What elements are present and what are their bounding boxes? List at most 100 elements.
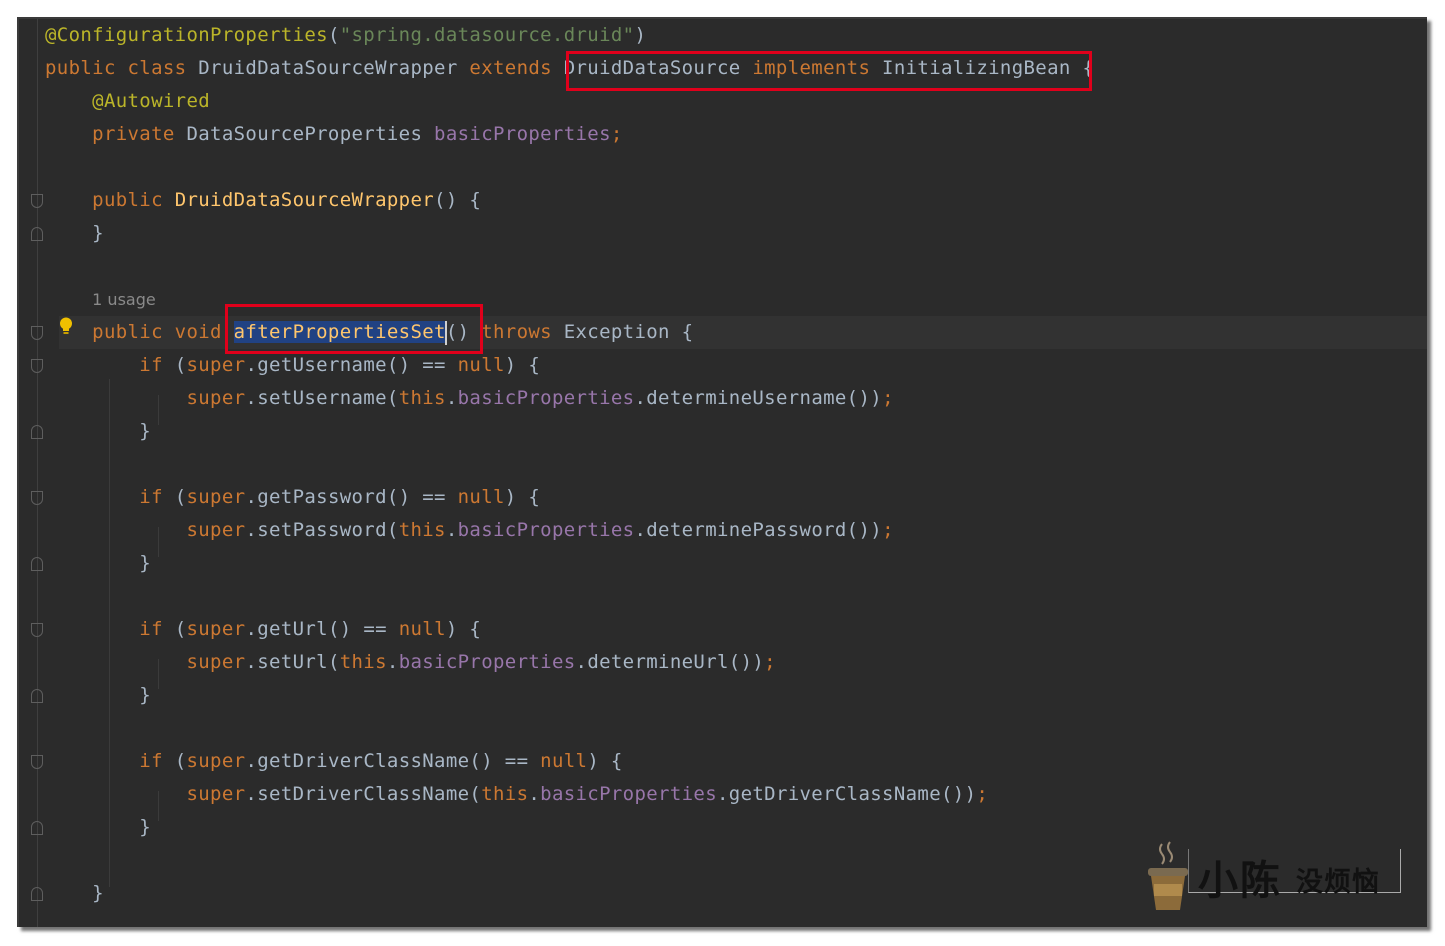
code-token: () { — [434, 189, 482, 211]
code-token: super — [186, 354, 246, 376]
fold-marker-icon[interactable] — [31, 326, 43, 340]
code-token: .setDriverClassName( — [245, 783, 482, 805]
code-token: @ConfigurationProperties — [45, 24, 328, 46]
code-token: private — [45, 123, 187, 145]
code-token: throws — [481, 321, 564, 343]
code-line[interactable]: } — [45, 415, 151, 448]
code-token: basicProperties — [457, 387, 635, 409]
code-token: null — [398, 618, 446, 640]
code-token: public class — [45, 57, 199, 79]
code-line[interactable]: if (super.getDriverClassName() == null) … — [45, 745, 623, 778]
code-token: ( — [174, 618, 187, 640]
code-token: } — [45, 222, 104, 244]
code-token: @Autowired — [45, 90, 211, 112]
code-token: null — [457, 486, 505, 508]
code-line[interactable]: public DruidDataSourceWrapper() { — [45, 184, 481, 217]
fold-marker-icon[interactable] — [31, 359, 43, 373]
code-area[interactable]: @ConfigurationProperties ( "spring.datasou… — [45, 19, 1427, 927]
code-token: .getDriverClassName() == — [245, 750, 541, 772]
code-token: ) { — [587, 750, 623, 772]
code-token: this — [481, 783, 529, 805]
fold-marker-icon[interactable] — [31, 491, 43, 505]
code-line[interactable]: super.setDriverClassName(this.basicPrope… — [45, 778, 988, 811]
code-token: DataSourceProperties — [186, 123, 435, 145]
code-token: } — [45, 420, 152, 442]
code-line[interactable]: super.setUrl(this.basicProperties.determ… — [45, 646, 776, 679]
code-token: ) { — [504, 354, 541, 376]
code-token: DruidDataSourceWrapper — [174, 189, 435, 211]
code-line[interactable]: if (super.getPassword() == null) { — [45, 481, 540, 514]
code-line[interactable]: } — [45, 679, 151, 712]
code-token: ; — [882, 519, 894, 541]
watermark-main-text: 小陈 — [1198, 858, 1282, 904]
fold-marker-icon[interactable] — [31, 227, 43, 241]
code-token: } — [45, 816, 152, 838]
code-line[interactable]: private DataSourceProperties basicProper… — [45, 118, 623, 151]
code-line[interactable]: } — [45, 811, 151, 844]
code-token: .determineUrl()) — [575, 651, 765, 673]
code-line[interactable]: @Autowired — [45, 85, 210, 118]
code-token: ; — [976, 783, 989, 805]
code-line[interactable]: 1 usage — [45, 283, 156, 316]
code-token: super — [45, 519, 246, 541]
code-token: DruidDataSourceWrapper — [198, 57, 470, 79]
fold-marker-icon[interactable] — [31, 755, 43, 769]
code-token: . — [528, 783, 541, 805]
code-token: null — [457, 354, 505, 376]
code-line[interactable]: super.setUsername(this.basicProperties.d… — [45, 382, 894, 415]
gutter-divider — [37, 19, 38, 927]
code-token: this — [398, 519, 446, 541]
code-token: ( — [174, 750, 187, 772]
fold-marker-icon[interactable] — [31, 194, 43, 208]
fold-marker-icon[interactable] — [31, 557, 43, 571]
code-token: null — [540, 750, 588, 772]
code-token: ; — [764, 651, 776, 673]
fold-marker-icon[interactable] — [31, 623, 43, 637]
code-token: . — [445, 387, 458, 409]
code-token: } — [45, 882, 104, 904]
code-token: basicProperties — [540, 783, 717, 805]
code-token: Exception { — [563, 321, 694, 343]
code-token: basicProperties — [457, 519, 635, 541]
code-token: } — [45, 684, 152, 706]
code-token: super — [186, 618, 246, 640]
fold-marker-icon[interactable] — [31, 689, 43, 703]
code-line[interactable]: } — [45, 877, 104, 910]
code-token: if — [45, 750, 175, 772]
watermark-sub-text: 没烦恼 — [1296, 867, 1380, 898]
coffee-cup-icon — [1148, 841, 1188, 910]
code-token: .determineUsername()) — [634, 387, 883, 409]
code-token: ; — [610, 123, 623, 145]
code-token: .getUrl() == — [245, 618, 399, 640]
code-editor-window: @ConfigurationProperties ( "spring.datasou… — [17, 17, 1427, 927]
code-token: extends — [469, 57, 564, 79]
code-line[interactable]: } — [45, 547, 151, 580]
code-token: ; — [882, 387, 894, 409]
code-token: "spring.datasource.druid" — [339, 24, 635, 46]
code-token: ) { — [445, 618, 482, 640]
code-token: super — [45, 387, 246, 409]
fold-marker-icon[interactable] — [31, 821, 43, 835]
code-line[interactable]: } — [45, 217, 104, 250]
annotation-box-superclass — [566, 51, 1092, 91]
code-token: if — [45, 354, 175, 376]
code-token: .getUsername() == — [245, 354, 458, 376]
code-token: public void — [45, 321, 234, 343]
code-token: super — [186, 486, 246, 508]
code-token: if — [45, 618, 175, 640]
code-line[interactable]: if (super.getUrl() == null) { — [45, 613, 481, 646]
code-line[interactable]: @ConfigurationProperties("spring.datasou… — [45, 19, 646, 52]
code-token: } — [45, 552, 152, 574]
code-line[interactable]: super.setPassword(this.basicProperties.d… — [45, 514, 894, 547]
code-token: . — [386, 651, 399, 673]
code-token: ( — [174, 486, 187, 508]
code-token: super — [186, 750, 246, 772]
code-token: . — [445, 519, 458, 541]
code-token: this — [398, 387, 446, 409]
fold-marker-icon[interactable] — [31, 425, 43, 439]
fold-marker-icon[interactable] — [31, 887, 43, 901]
usage-hint[interactable]: 1 usage — [92, 290, 156, 309]
code-token: basicProperties — [398, 651, 576, 673]
code-token: basicProperties — [434, 123, 611, 145]
